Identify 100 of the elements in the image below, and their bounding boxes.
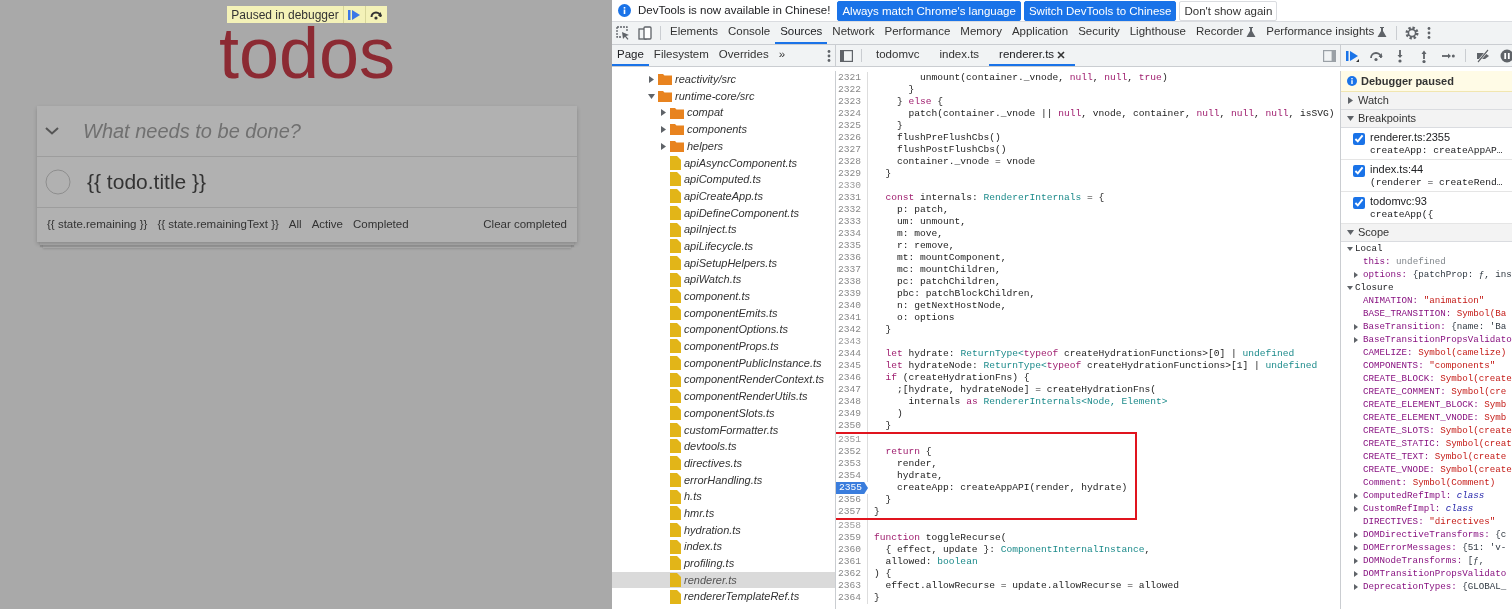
collapsed-arrow-icon[interactable]	[660, 109, 667, 117]
clear-completed-link[interactable]: Clear completed	[483, 216, 567, 234]
more-options-icon[interactable]	[827, 48, 831, 63]
editor-tab[interactable]: renderer.ts	[989, 45, 1076, 66]
file-tree-item[interactable]: runtime-core/src	[612, 87, 835, 105]
file-tree-item[interactable]: componentPublicInstance.ts	[612, 354, 835, 372]
sidebar-toggle-icon[interactable]	[1323, 49, 1336, 62]
panel-tab[interactable]: Lighthouse	[1124, 22, 1191, 44]
more-options-icon[interactable]	[1427, 26, 1432, 40]
collapsed-arrow-icon[interactable]	[1353, 336, 1359, 343]
breakpoint-checkbox[interactable]	[1353, 197, 1365, 209]
file-tree-item[interactable]: apiComputed.ts	[612, 171, 835, 188]
chevron-down-icon[interactable]	[45, 127, 59, 135]
file-tree-item[interactable]: apiWatch.ts	[612, 271, 835, 288]
breakpoint-marker[interactable]: 2355	[836, 482, 868, 494]
file-tree-item[interactable]: componentSlots.ts	[612, 404, 835, 422]
expanded-arrow-icon[interactable]	[1347, 284, 1353, 291]
file-tree-item[interactable]: profiling.ts	[612, 554, 835, 572]
file-tree-item[interactable]: apiLifecycle.ts	[612, 237, 835, 255]
panel-tab[interactable]: Performance insights	[1261, 22, 1393, 44]
expanded-arrow-icon[interactable]	[1347, 245, 1353, 252]
collapsed-arrow-icon[interactable]	[1353, 531, 1359, 538]
file-tree-item[interactable]: apiDefineComponent.ts	[612, 204, 835, 222]
collapsed-arrow-icon[interactable]	[648, 75, 655, 83]
collapsed-arrow-icon[interactable]	[1353, 583, 1359, 590]
scope-group[interactable]: Closure	[1341, 281, 1512, 294]
settings-icon[interactable]	[1405, 26, 1420, 40]
breakpoint-checkbox[interactable]	[1353, 133, 1365, 145]
file-tree-item[interactable]: hydration.ts	[612, 521, 835, 539]
panel-tab[interactable]: Network	[827, 22, 880, 44]
sidebar-toggle-icon[interactable]	[840, 49, 853, 62]
file-tree-item[interactable]: index.ts	[612, 538, 835, 555]
section-header[interactable]: Breakpoints	[1341, 110, 1512, 128]
navigator-tab[interactable]: Page	[612, 45, 649, 66]
panel-tab[interactable]: Security	[1073, 22, 1125, 44]
file-tree-item[interactable]: apiSetupHelpers.ts	[612, 254, 835, 272]
panel-tab[interactable]: Console	[722, 22, 776, 44]
collapsed-arrow-icon[interactable]	[1353, 570, 1359, 577]
collapsed-arrow-icon[interactable]	[1353, 271, 1359, 278]
breakpoint-location[interactable]: todomvc:93	[1370, 195, 1434, 208]
pause-icon[interactable]	[1500, 48, 1512, 63]
expanded-arrow-icon[interactable]	[1347, 229, 1354, 236]
resume-icon[interactable]	[1345, 48, 1359, 63]
filter-link[interactable]: Completed	[352, 216, 409, 234]
filter-link[interactable]: All	[288, 216, 302, 234]
scope-group[interactable]: Local	[1341, 242, 1512, 255]
navigator-tab[interactable]: Filesystem	[648, 45, 714, 66]
collapsed-arrow-icon[interactable]	[1353, 492, 1359, 499]
file-tree-item[interactable]: devtools.ts	[612, 438, 835, 455]
collapsed-arrow-icon[interactable]	[660, 142, 667, 150]
collapsed-arrow-icon[interactable]	[1353, 505, 1359, 512]
new-todo-field[interactable]: What needs to be done?	[81, 115, 577, 147]
editor-tab[interactable]: index.ts	[929, 45, 990, 66]
expanded-arrow-icon[interactable]	[648, 92, 655, 100]
editor-tab[interactable]: todomvc	[866, 45, 930, 66]
more-tabs-button[interactable]: »	[773, 45, 791, 66]
panel-tab[interactable]: Elements	[665, 22, 723, 44]
infobar-button[interactable]: Switch DevTools to Chinese	[1023, 0, 1177, 21]
file-tree-item[interactable]: componentEmits.ts	[612, 304, 835, 322]
close-icon[interactable]	[1057, 50, 1066, 59]
filter-link[interactable]: Active	[311, 216, 343, 234]
file-tree-item[interactable]: compat	[612, 104, 835, 122]
file-tree-item[interactable]: rendererTemplateRef.ts	[612, 588, 835, 605]
infobar-button[interactable]: Always match Chrome's language	[837, 0, 1021, 21]
file-tree-item[interactable]: directives.ts	[612, 454, 835, 472]
todo-checkbox[interactable]	[45, 169, 71, 195]
file-tree-item[interactable]: apiInject.ts	[612, 221, 835, 238]
file-tree-item[interactable]: componentProps.ts	[612, 338, 835, 355]
device-icon[interactable]	[638, 26, 652, 40]
collapsed-arrow-icon[interactable]	[1353, 557, 1359, 564]
breakpoint-location[interactable]: renderer.ts:2355	[1370, 131, 1503, 144]
panel-tab[interactable]: Recorder	[1191, 22, 1262, 44]
file-tree-item[interactable]: hmr.ts	[612, 504, 835, 522]
collapsed-arrow-icon[interactable]	[660, 125, 667, 133]
panel-tab[interactable]: Memory	[955, 22, 1007, 44]
collapsed-arrow-icon[interactable]	[1353, 544, 1359, 551]
file-tree-item[interactable]: component.ts	[612, 287, 835, 305]
deactivate-breakpoints-icon[interactable]	[1476, 48, 1490, 63]
inspect-icon[interactable]	[616, 26, 630, 40]
collapsed-arrow-icon[interactable]	[1347, 97, 1354, 104]
collapsed-arrow-icon[interactable]	[1353, 323, 1359, 330]
section-header[interactable]: Scope	[1341, 224, 1512, 242]
file-tree-item[interactable]: components	[612, 121, 835, 138]
file-tree-item[interactable]: errorHandling.ts	[612, 471, 835, 489]
file-tree-item[interactable]: apiAsyncComponent.ts	[612, 154, 835, 172]
file-tree-item[interactable]: customFormatter.ts	[612, 421, 835, 439]
section-header[interactable]: Watch	[1341, 92, 1512, 110]
file-tree-item[interactable]: apiCreateApp.ts	[612, 187, 835, 205]
breakpoint-checkbox[interactable]	[1353, 165, 1365, 177]
expanded-arrow-icon[interactable]	[1347, 115, 1354, 122]
file-tree-item[interactable]: renderer.ts	[612, 571, 835, 589]
panel-tab[interactable]: Application	[1006, 22, 1074, 44]
file-tree-item[interactable]: componentRenderContext.ts	[612, 371, 835, 389]
file-tree-item[interactable]: componentOptions.ts	[612, 321, 835, 338]
breakpoint-location[interactable]: index.ts:44	[1370, 163, 1503, 176]
navigator-tab[interactable]: Overrides	[713, 45, 774, 66]
file-tree-item[interactable]: componentRenderUtils.ts	[612, 388, 835, 405]
infobar-button[interactable]: Don't show again	[1179, 0, 1278, 21]
file-tree-item[interactable]: helpers	[612, 137, 835, 155]
panel-tab[interactable]: Performance	[879, 22, 956, 44]
